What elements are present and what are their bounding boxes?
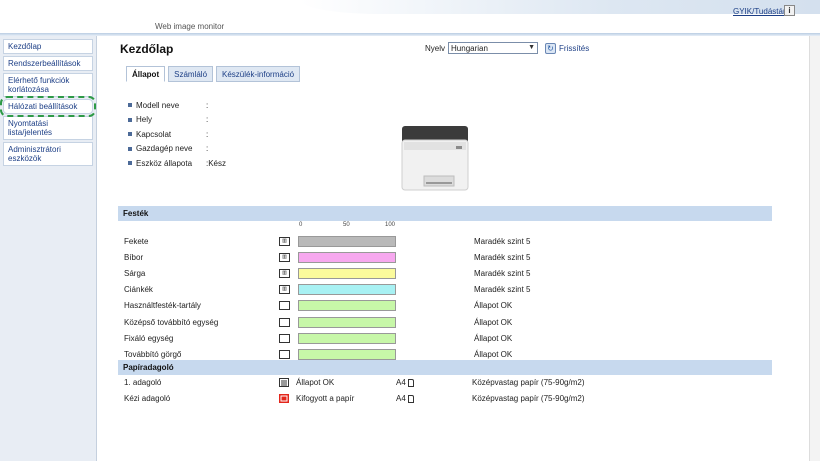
sidebar-item-system-settings[interactable]: Rendszerbeállítások [3,56,93,71]
bullet-icon [128,103,132,108]
top-bar: Web image monitor GYIK/Tudástár i [0,0,820,36]
toner-row: Sárga ▥ Maradék szint 5 [124,267,531,279]
main-content: Kezdőlap Nyelv Hungarian ▼ ↻ Frissítés Á… [98,36,809,461]
toner-cartridge-icon [279,333,290,343]
sidebar-item-home[interactable]: Kezdőlap [3,39,93,54]
toner-level-bar [298,316,396,328]
toner-cartridge-icon [279,317,290,327]
paper-section-header: Papíradagoló [118,360,772,375]
sidebar-item-network-settings[interactable]: Hálózati beállítások [0,96,96,117]
page-title: Kezdőlap [120,42,174,56]
bullet-icon [128,161,132,166]
info-icon[interactable]: i [784,5,795,16]
language-selector: Nyelv Hungarian ▼ ↻ Frissítés [425,42,589,54]
toner-cartridge-icon: ▥ [279,268,290,278]
tab-counter[interactable]: Számláló [168,66,214,82]
toner-row: Ciánkék ▥ Maradék szint 5 [124,284,531,296]
toner-row: Használtfesték-tartály Állapot OK [124,300,513,312]
sidebar-item-admin-tools[interactable]: Adminisztrátori eszközök [3,142,93,166]
toner-level-bar [298,235,396,247]
toner-row: Bíbor ▥ Maradék szint 5 [124,251,531,263]
toner-scale: 0 50 100 [299,222,397,232]
tray-ok-icon [279,378,289,387]
chevron-down-icon: ▼ [528,44,536,51]
refresh-icon: ↻ [545,42,557,54]
toner-cartridge-icon: ▥ [279,236,290,246]
bullet-icon [128,146,132,151]
info-row-device-status: Eszköz állapota :Kész [128,156,226,171]
sidebar-item-print-list[interactable]: Nyomtatási lista/jelentés [3,116,93,140]
tray-row: Kézi adagoló Kifogyott a papír A4 Középv… [124,394,585,403]
scale-50: 50 [343,222,350,228]
help-link[interactable]: GYIK/Tudástár [733,7,786,16]
info-row-host: Gazdagép neve : [128,142,226,157]
scale-100: 100 [385,222,396,228]
toner-section-header: Festék [118,206,772,221]
toner-cartridge-icon: ▥ [279,252,290,262]
sidebar: Kezdőlap Rendszerbeállítások Elérhető fu… [0,36,97,461]
app-title: Web image monitor [155,22,225,31]
refresh-button[interactable]: ↻ Frissítés [545,42,590,54]
paper-size-icon [407,394,414,403]
toner-cartridge-icon: ▥ [279,285,290,295]
toner-row: Fekete ▥ Maradék szint 5 [124,235,531,247]
bullet-icon [128,117,132,122]
tab-device-info[interactable]: Készülék-információ [216,66,301,82]
language-select[interactable]: Hungarian ▼ [448,42,539,54]
refresh-label: Frissítés [559,43,590,53]
sidebar-item-restrict-functions[interactable]: Elérhető funkciók korlátozása [3,73,93,97]
info-row-location: Hely : [128,113,226,128]
toner-row: Fixáló egység Állapot OK [124,332,513,344]
scrollbar[interactable] [809,36,820,461]
toner-level-bar [298,332,396,344]
scale-0: 0 [299,222,303,228]
tray-row: 1. adagoló Állapot OK A4 Középvastag pap… [124,378,585,387]
toner-cartridge-icon [279,301,290,311]
toner-level-bar [298,284,396,296]
toner-level-bar [298,267,396,279]
toner-level-bar [298,348,396,360]
language-value: Hungarian [451,43,488,53]
device-info: Modell neve : Hely : Kapcsolat : Gazdagé… [128,98,226,171]
paper-size-icon [407,378,414,387]
info-row-contact: Kapcsolat : [128,127,226,142]
language-label: Nyelv [425,43,446,53]
info-row-model: Modell neve : [128,98,226,113]
tab-status[interactable]: Állapot [126,66,166,82]
toner-level-bar [298,251,396,263]
toner-row: Középső továbbító egység Állapot OK [124,316,513,328]
toner-level-bar [298,300,396,312]
toner-cartridge-icon [279,349,290,359]
tray-empty-icon [279,394,289,403]
tab-bar: Állapot Számláló Készülék-információ [126,66,301,82]
bullet-icon [128,132,132,137]
printer-image [401,126,469,191]
